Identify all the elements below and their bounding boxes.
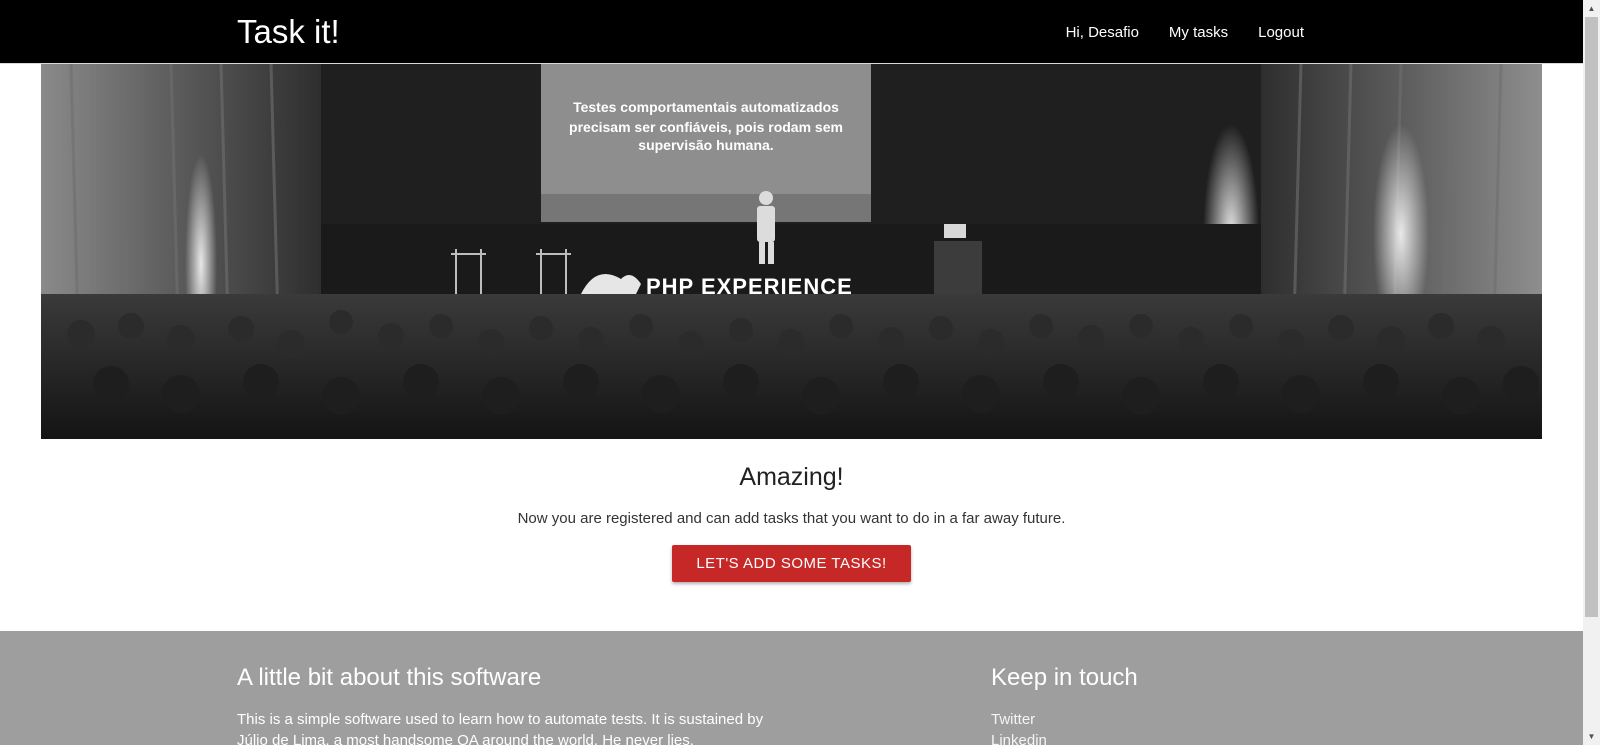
twitter-link[interactable]: Twitter xyxy=(991,709,1291,730)
nav-my-tasks-link[interactable]: My tasks xyxy=(1169,24,1228,41)
slide-text-line-3: supervisão humana. xyxy=(638,137,773,153)
hero-banner-image: Testes comportamentais automatizados pre… xyxy=(41,64,1542,439)
nav-links: Hi, Desafio My tasks Logout xyxy=(1036,0,1304,64)
welcome-subtext: Now you are registered and can add tasks… xyxy=(517,510,1066,527)
slide-text-line-2: precisam ser confiáveis, pois rodam sem xyxy=(569,119,843,135)
top-navbar: Task it! Hi, Desafio My tasks Logout xyxy=(0,0,1583,64)
footer-about-text: This is a simple software used to learn … xyxy=(237,711,764,745)
scroll-down-arrow-icon[interactable]: ▼ xyxy=(1583,728,1600,745)
welcome-section: Amazing! Now you are registered and can … xyxy=(0,439,1583,631)
footer-about-section: A little bit about this software This is… xyxy=(237,631,797,745)
add-tasks-button[interactable]: LET'S ADD SOME TASKS! xyxy=(672,545,911,582)
page-scrollbar[interactable]: ▲ ▼ xyxy=(1583,0,1600,745)
page-footer: A little bit about this software This is… xyxy=(0,631,1583,745)
footer-about-title: A little bit about this software xyxy=(237,664,542,691)
footer-contact-links: Twitter Linkedin xyxy=(991,709,1291,745)
footer-contact-title: Keep in touch xyxy=(991,664,1138,691)
footer-contact-section: Keep in touch Twitter Linkedin xyxy=(991,631,1291,745)
brand-logo-link[interactable]: Task it! xyxy=(237,12,340,52)
slide-text-line-1: Testes comportamentais automatizados xyxy=(573,99,839,115)
scrollbar-thumb[interactable] xyxy=(1585,17,1598,617)
linkedin-link[interactable]: Linkedin xyxy=(991,730,1291,745)
conference-photo: Testes comportamentais automatizados pre… xyxy=(41,64,1542,439)
scroll-up-arrow-icon[interactable]: ▲ xyxy=(1583,0,1600,17)
nav-logout-link[interactable]: Logout xyxy=(1258,24,1304,41)
nav-greeting-link[interactable]: Hi, Desafio xyxy=(1066,24,1139,41)
welcome-headline: Amazing! xyxy=(739,463,844,491)
